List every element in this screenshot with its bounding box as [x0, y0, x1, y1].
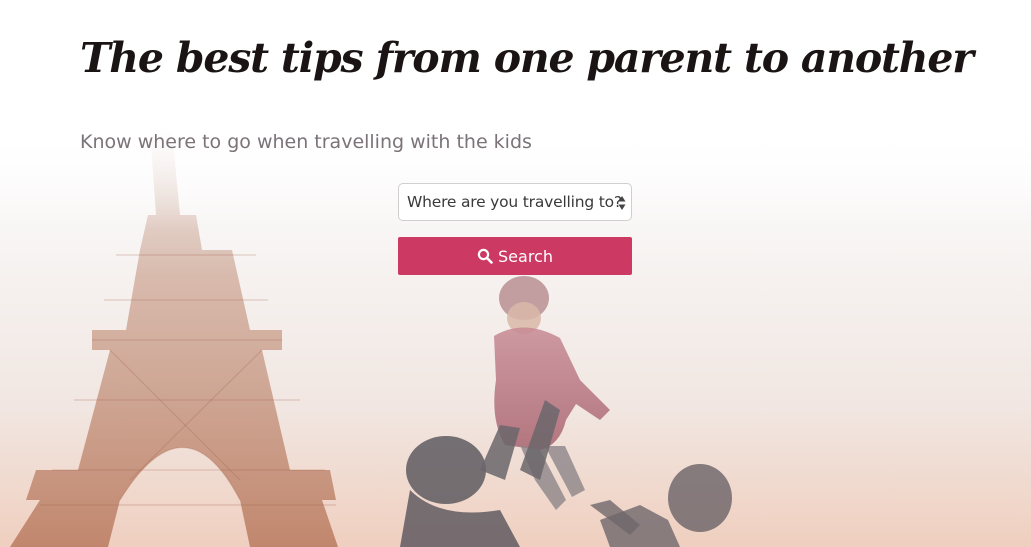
hero-section: The best tips from one parent to another…	[0, 0, 1031, 547]
page-subheadline: Know where to go when travelling with th…	[80, 131, 532, 153]
search-button-label: Search	[498, 246, 553, 266]
search-button[interactable]: Search	[398, 237, 632, 275]
destination-select[interactable]: Where are you travelling to?	[398, 183, 632, 221]
search-icon	[477, 248, 493, 264]
page-headline: The best tips from one parent to another	[80, 34, 974, 82]
select-updown-arrows-icon	[618, 196, 626, 210]
destination-select-value: Where are you travelling to?	[407, 193, 622, 211]
